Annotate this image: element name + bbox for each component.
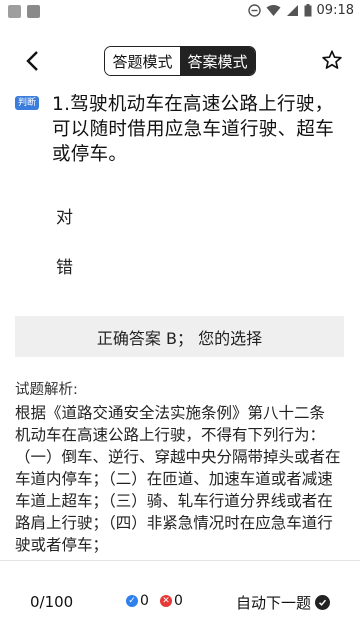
tab-answer-mode[interactable]: 答案模式 [180, 47, 255, 75]
bottom-bar: 0/100 ✓ 0 ✕ 0 自动下一题 [0, 561, 360, 640]
back-button[interactable] [18, 46, 48, 76]
option-true[interactable]: 对 [56, 203, 73, 228]
check-icon: ✓ [126, 595, 138, 607]
status-bar: 09:18 [0, 0, 360, 24]
progress-counter[interactable]: 0/100 [30, 593, 73, 611]
mode-toggle: 答题模式 答案模式 [104, 46, 256, 76]
star-icon [322, 50, 342, 69]
question-type-badge: 判断 [15, 96, 40, 110]
wrong-count: ✕ 0 [160, 593, 183, 609]
correct-count: ✓ 0 [126, 593, 149, 609]
check-circle-icon [315, 595, 330, 610]
question-block: 判断 1.驾驶机动车在高速公路上行驶，可以随时借用应急车道行驶、超车或停车。 [15, 92, 345, 167]
chevron-left-icon [26, 51, 38, 71]
clock: 09:18 [316, 3, 354, 18]
analysis-label: 试题解析: [15, 382, 78, 398]
notification-image-icon [8, 5, 21, 18]
battery-icon [304, 4, 312, 17]
question-text: 1.驾驶机动车在高速公路上行驶，可以随时借用应急车道行驶、超车或停车。 [52, 94, 335, 165]
status-right: 09:18 [247, 3, 354, 18]
auto-next-label: 自动下一题 [235, 594, 311, 612]
option-false[interactable]: 错 [56, 253, 73, 278]
analysis-paragraph: 根据《道路交通安全法实施条例》第八十二条 [15, 404, 326, 422]
cross-icon: ✕ [160, 595, 172, 607]
wrong-count-value: 0 [174, 593, 183, 609]
notification-icons [8, 5, 40, 18]
minus-circle-icon [247, 4, 261, 17]
analysis-text: 根据《道路交通安全法实施条例》第八十二条 机动车在高速公路上行驶，不得有下列行为… [15, 402, 345, 560]
top-bar: 答题模式 答案模式 [0, 24, 360, 96]
notification-app-icon [27, 5, 40, 18]
answer-bar: 正确答案 B； 您的选择 [15, 316, 344, 357]
analysis-paragraph: 机动车在高速公路上行驶，不得有下列行为：（一）倒车、逆行、穿越中央分隔带掉头或者… [15, 426, 341, 554]
wifi-icon [266, 5, 281, 16]
correct-answer-text: 正确答案 B； 您的选择 [96, 328, 263, 348]
tab-quiz-mode[interactable]: 答题模式 [105, 47, 180, 75]
correct-count-value: 0 [140, 593, 149, 609]
signal-icon [286, 5, 298, 16]
favorite-button[interactable] [318, 46, 346, 74]
auto-next-toggle[interactable]: 自动下一题 [236, 592, 330, 613]
